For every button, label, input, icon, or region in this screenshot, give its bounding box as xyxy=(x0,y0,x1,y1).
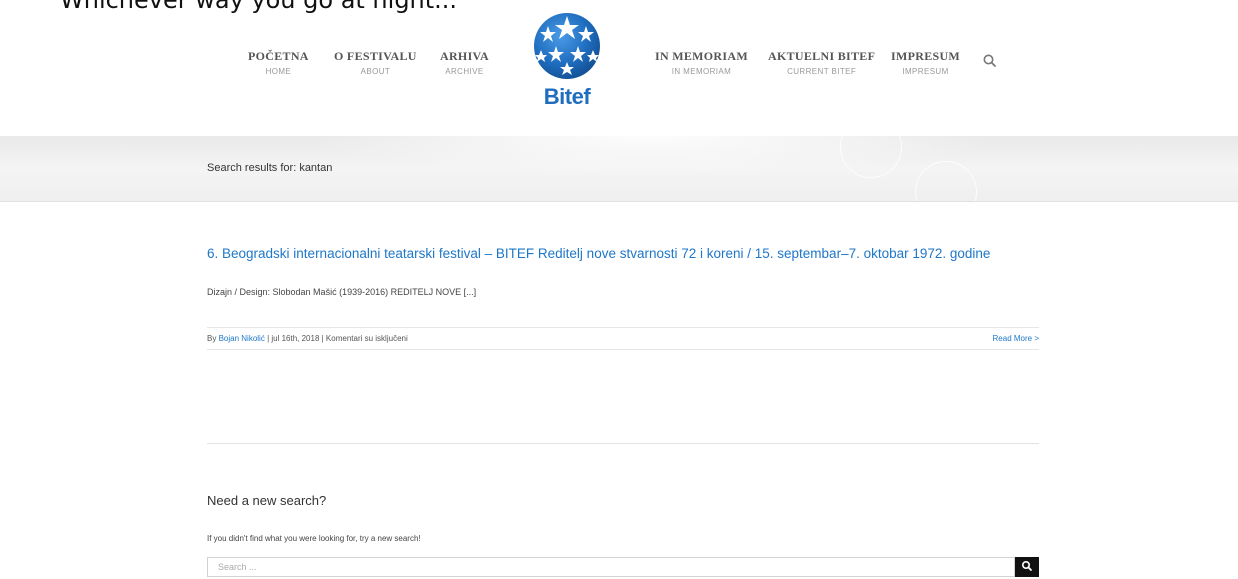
nav-item-impresum[interactable]: IMPRESUM IMPRESUM xyxy=(891,49,960,76)
nav-item-about[interactable]: O FESTIVALU ABOUT xyxy=(334,49,417,76)
decorative-circle xyxy=(915,161,977,201)
new-search-heading: Need a new search? xyxy=(207,493,327,508)
author-link[interactable]: Bojan Nikolić xyxy=(219,334,265,343)
post-meta: By Bojan Nikolić | jul 16th, 2018 | Kome… xyxy=(207,334,408,343)
decorative-circle xyxy=(840,136,902,178)
nav-item-archive[interactable]: ARHIVA ARCHIVE xyxy=(440,49,489,76)
read-more-link[interactable]: Read More > xyxy=(993,334,1039,343)
search-submit-button[interactable] xyxy=(1015,557,1039,577)
search-form xyxy=(207,557,1039,579)
nav-item-in-memoriam[interactable]: IN MEMORIAM IN MEMORIAM xyxy=(655,49,748,76)
nav-item-label: IMPRESUM xyxy=(891,49,961,63)
nav-search-button[interactable] xyxy=(982,53,998,69)
meta-date-comments: | jul 16th, 2018 | Komentari su isključe… xyxy=(267,334,408,343)
nav-item-home[interactable]: POČETNA HOME xyxy=(248,49,309,76)
site-logo[interactable]: Bitef xyxy=(529,10,605,116)
meta-by-label: By xyxy=(207,334,217,343)
nav-item-sublabel: ABOUT xyxy=(360,67,391,76)
nav-item-sublabel: IN MEMORIAM xyxy=(671,67,732,76)
nav-item-label: IN MEMORIAM xyxy=(655,49,748,63)
post-title-link[interactable]: 6. Beogradski internacionalni teatarski … xyxy=(207,246,1047,261)
nav-item-label: ARHIVA xyxy=(440,49,489,63)
post-excerpt: Dizajn / Design: Slobodan Mašić (1939-20… xyxy=(207,287,477,297)
nav-item-sublabel: CURRENT BITEF xyxy=(787,67,857,76)
new-search-text: If you didn't find what you were looking… xyxy=(207,534,421,543)
nav-item-label: O FESTIVALU xyxy=(334,49,417,63)
search-icon xyxy=(1021,560,1032,571)
nav-item-sublabel: ARCHIVE xyxy=(445,67,484,76)
cut-off-top-text: Whichever way you go at night... xyxy=(0,0,1238,14)
nav-item-label: POČETNA xyxy=(248,49,309,63)
logo-text: Bitef xyxy=(543,84,591,109)
nav-item-label: AKTUELNI BITEF xyxy=(768,49,876,63)
page-title: Search results for: kantan xyxy=(207,162,333,174)
search-input[interactable] xyxy=(207,557,1015,577)
page-title-bar xyxy=(0,136,1238,202)
nav-item-sublabel: IMPRESUM xyxy=(902,67,949,76)
bitef-globe-icon xyxy=(534,13,600,79)
post-meta-bar: By Bojan Nikolić | jul 16th, 2018 | Kome… xyxy=(207,327,1039,350)
section-divider xyxy=(207,443,1039,444)
search-icon xyxy=(983,54,996,67)
nav-item-sublabel: HOME xyxy=(265,67,292,76)
nav-item-current-bitef[interactable]: AKTUELNI BITEF CURRENT BITEF xyxy=(768,49,875,76)
cut-off-text: Whichever way you go at night... xyxy=(60,0,458,14)
